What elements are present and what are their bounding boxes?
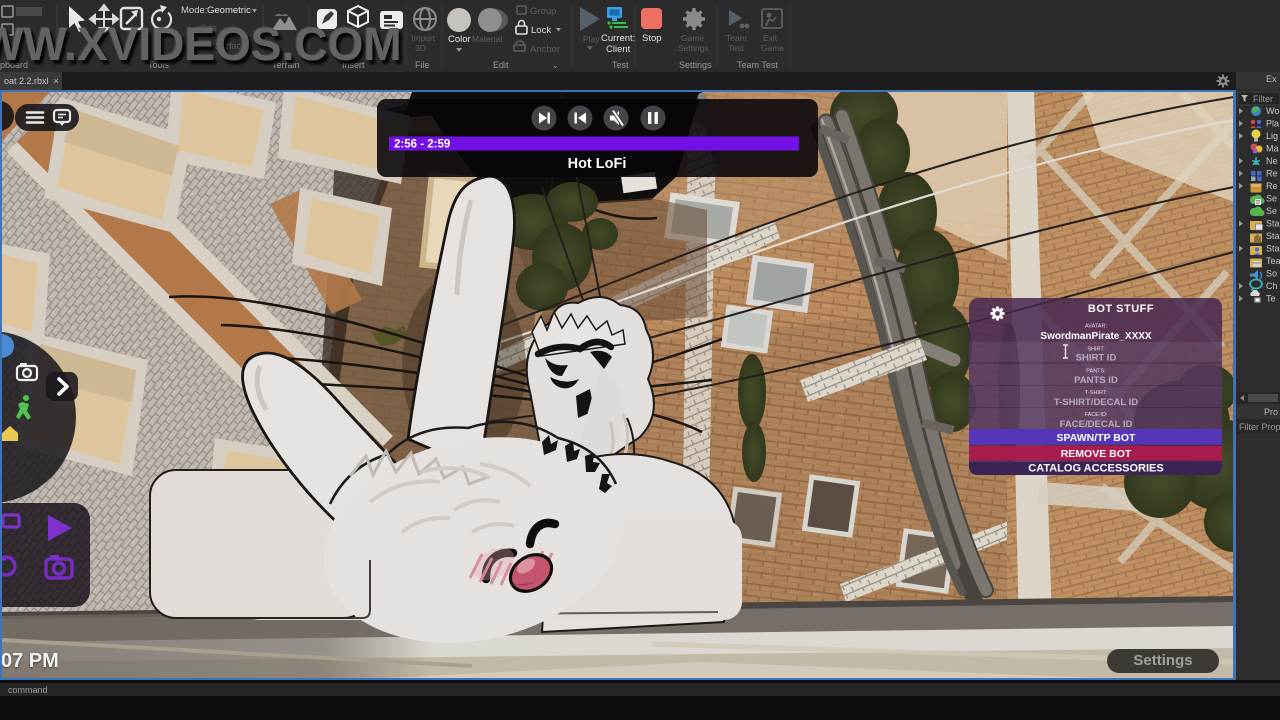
svg-text:Sta: Sta [1266, 219, 1280, 229]
svg-text:CATALOG ACCESSORIES: CATALOG ACCESSORIES [1028, 463, 1163, 475]
svg-text:2:56 - 2:59: 2:56 - 2:59 [394, 139, 450, 151]
svg-text:Se: Se [1266, 194, 1277, 204]
svg-text:T-SHIRT/DECAL ID: T-SHIRT/DECAL ID [1054, 397, 1138, 408]
svg-text:Wo: Wo [1266, 106, 1279, 116]
svg-text:Tea: Tea [1266, 256, 1280, 266]
svg-text:BOT STUFF: BOT STUFF [1088, 303, 1154, 315]
svg-text:Sta: Sta [1266, 231, 1280, 241]
svg-text:SPAWN/TP BOT: SPAWN/TP BOT [1057, 432, 1137, 444]
svg-text:FACE ID:: FACE ID: [1085, 412, 1108, 418]
svg-text:Ex: Ex [1266, 74, 1277, 84]
svg-text:Pla: Pla [1266, 119, 1279, 129]
svg-text:Pro: Pro [1264, 407, 1278, 417]
svg-text:AVATAR:: AVATAR: [1085, 324, 1107, 330]
svg-text:Ma: Ma [1266, 144, 1279, 154]
svg-text:Te: Te [1266, 294, 1276, 304]
svg-text:REMOVE BOT: REMOVE BOT [1061, 448, 1132, 460]
svg-text:Ne: Ne [1266, 156, 1278, 166]
svg-text:Filter Prop: Filter Prop [1239, 422, 1280, 432]
svg-text:Sta: Sta [1266, 244, 1280, 254]
svg-text:Group: Group [530, 6, 556, 17]
svg-text:Se: Se [1266, 206, 1277, 216]
svg-text:So: So [1266, 269, 1277, 279]
svg-text:FACE/DECAL ID: FACE/DECAL ID [1060, 419, 1133, 430]
svg-text:SwordmanPirate_XXXX: SwordmanPirate_XXXX [1040, 331, 1151, 342]
svg-text:Re: Re [1266, 169, 1278, 179]
svg-text:Hot LoFi: Hot LoFi [568, 156, 627, 172]
svg-text:Geometric: Geometric [207, 5, 251, 16]
svg-text:T-SHIRT:: T-SHIRT: [1085, 390, 1108, 396]
svg-text:Mode:: Mode: [181, 5, 207, 16]
svg-text:Lig: Lig [1266, 131, 1278, 141]
svg-text:Re: Re [1266, 181, 1278, 191]
svg-text:PANTS:: PANTS: [1086, 369, 1106, 375]
svg-text:PANTS ID: PANTS ID [1074, 375, 1118, 386]
svg-text:Filter: Filter [1253, 94, 1273, 104]
svg-text:Ch: Ch [1266, 281, 1278, 291]
svg-text:SHIRT ID: SHIRT ID [1076, 353, 1117, 364]
